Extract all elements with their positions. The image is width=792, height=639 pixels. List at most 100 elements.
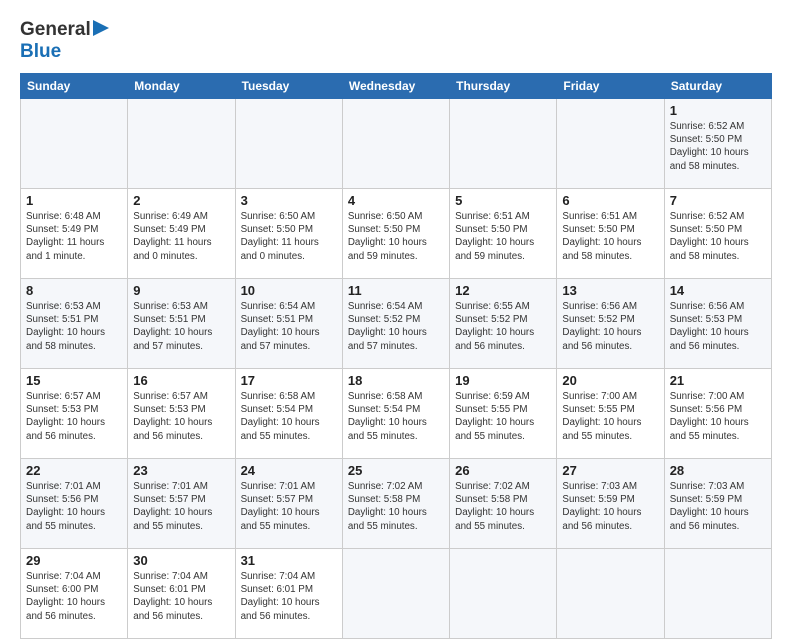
calendar-cell: 24Sunrise: 7:01 AMSunset: 5:57 PMDayligh… bbox=[235, 459, 342, 549]
calendar-cell bbox=[21, 99, 128, 189]
calendar-cell: 15Sunrise: 6:57 AMSunset: 5:53 PMDayligh… bbox=[21, 369, 128, 459]
day-info: Sunrise: 6:58 AMSunset: 5:54 PMDaylight:… bbox=[241, 390, 337, 443]
daylight-label: Daylight: 10 hours and 55 minutes. bbox=[241, 417, 320, 441]
day-info: Sunrise: 7:00 AMSunset: 5:55 PMDaylight:… bbox=[562, 390, 658, 443]
daylight-label: Daylight: 10 hours and 55 minutes. bbox=[348, 417, 427, 441]
day-info: Sunrise: 7:01 AMSunset: 5:57 PMDaylight:… bbox=[133, 480, 229, 533]
daylight-label: Daylight: 10 hours and 58 minutes. bbox=[670, 147, 749, 171]
day-number: 22 bbox=[26, 463, 122, 478]
daylight-label: Daylight: 10 hours and 57 minutes. bbox=[348, 327, 427, 351]
sunset-label: Sunset: 6:01 PM bbox=[241, 584, 313, 595]
day-number: 29 bbox=[26, 553, 122, 568]
sunset-label: Sunset: 5:57 PM bbox=[133, 494, 205, 505]
calendar-cell: 31Sunrise: 7:04 AMSunset: 6:01 PMDayligh… bbox=[235, 549, 342, 639]
calendar-cell bbox=[450, 99, 557, 189]
day-number: 1 bbox=[26, 193, 122, 208]
day-info: Sunrise: 6:51 AM Sunset: 5:50 PM Daylight:… bbox=[455, 210, 551, 263]
day-number: 17 bbox=[241, 373, 337, 388]
sunset-label: Sunset: 5:54 PM bbox=[241, 404, 313, 415]
sunrise-label: Sunrise: 6:59 AM bbox=[455, 391, 530, 402]
daylight-label: Daylight: 10 hours and 56 minutes. bbox=[562, 507, 641, 531]
day-info: Sunrise: 6:56 AMSunset: 5:52 PMDaylight:… bbox=[562, 300, 658, 353]
calendar-cell: 8Sunrise: 6:53 AMSunset: 5:51 PMDaylight… bbox=[21, 279, 128, 369]
day-number: 15 bbox=[26, 373, 122, 388]
daylight-label: Daylight: 10 hours and 59 minutes. bbox=[455, 237, 534, 261]
day-number: 26 bbox=[455, 463, 551, 478]
daylight-label: Daylight: 11 hours and 0 minutes. bbox=[241, 237, 319, 261]
calendar-cell: 12Sunrise: 6:55 AMSunset: 5:52 PMDayligh… bbox=[450, 279, 557, 369]
day-number: 10 bbox=[241, 283, 337, 298]
sunrise-label: Sunrise: 6:52 AM bbox=[670, 211, 745, 222]
sunset-label: Sunset: 6:00 PM bbox=[26, 584, 98, 595]
sunset-label: Sunset: 5:50 PM bbox=[455, 224, 527, 235]
sunset-label: Sunset: 5:56 PM bbox=[670, 404, 742, 415]
day-number: 12 bbox=[455, 283, 551, 298]
sunrise-label: Sunrise: 7:02 AM bbox=[455, 481, 530, 492]
sunset-label: Sunset: 5:50 PM bbox=[562, 224, 634, 235]
day-number: 23 bbox=[133, 463, 229, 478]
sunset-label: Sunset: 5:55 PM bbox=[455, 404, 527, 415]
day-info: Sunrise: 6:53 AMSunset: 5:51 PMDaylight:… bbox=[26, 300, 122, 353]
calendar-cell: 2Sunrise: 6:49 AMSunset: 5:49 PMDaylight… bbox=[128, 189, 235, 279]
sunset-label: Sunset: 5:53 PM bbox=[670, 314, 742, 325]
sunset-label: Sunset: 5:51 PM bbox=[133, 314, 205, 325]
sunrise-label: Sunrise: 6:56 AM bbox=[670, 301, 745, 312]
sunset-label: Sunset: 5:49 PM bbox=[133, 224, 205, 235]
day-number: 2 bbox=[133, 193, 229, 208]
sunrise-label: Sunrise: 7:04 AM bbox=[241, 571, 316, 582]
col-header-tuesday: Tuesday bbox=[235, 74, 342, 99]
sunrise-label: Sunrise: 7:01 AM bbox=[241, 481, 316, 492]
sunset-label: Sunset: 5:55 PM bbox=[562, 404, 634, 415]
day-info: Sunrise: 6:48 AMSunset: 5:49 PMDaylight:… bbox=[26, 210, 122, 263]
daylight-label: Daylight: 10 hours and 56 minutes. bbox=[133, 417, 212, 441]
sunset-label: Sunset: 5:53 PM bbox=[133, 404, 205, 415]
daylight-label: Daylight: 10 hours and 58 minutes. bbox=[670, 237, 749, 261]
logo-general: General bbox=[20, 19, 91, 41]
sunset-label: Sunset: 5:52 PM bbox=[348, 314, 420, 325]
calendar-cell: 1Sunrise: 6:52 AMSunset: 5:50 PMDaylight… bbox=[664, 99, 771, 189]
daylight-label: Daylight: 10 hours and 57 minutes. bbox=[241, 327, 320, 351]
sunset-label: Sunset: 5:57 PM bbox=[241, 494, 313, 505]
col-header-monday: Monday bbox=[128, 74, 235, 99]
calendar-cell: 16Sunrise: 6:57 AMSunset: 5:53 PMDayligh… bbox=[128, 369, 235, 459]
daylight-label: Daylight: 11 hours and 0 minutes. bbox=[133, 237, 211, 261]
calendar-cell: 23Sunrise: 7:01 AMSunset: 5:57 PMDayligh… bbox=[128, 459, 235, 549]
sunrise-label: Sunrise: 6:48 AM bbox=[26, 211, 101, 222]
day-info: Sunrise: 7:03 AMSunset: 5:59 PMDaylight:… bbox=[670, 480, 766, 533]
day-info: Sunrise: 6:50 AMSunset: 5:50 PMDaylight:… bbox=[241, 210, 337, 263]
daylight-label: Daylight: 10 hours and 59 minutes. bbox=[348, 237, 427, 261]
calendar-cell: 29 Sunrise: 7:04 AMSunset: 6:00 PMDayligh… bbox=[21, 549, 128, 639]
calendar-table: SundayMondayTuesdayWednesdayThursdayFrid… bbox=[20, 73, 772, 639]
day-number: 28 bbox=[670, 463, 766, 478]
day-info: Sunrise: 6:54 AMSunset: 5:51 PMDaylight:… bbox=[241, 300, 337, 353]
sunset-label: Sunset: 5:58 PM bbox=[348, 494, 420, 505]
daylight-label: Daylight: 10 hours and 56 minutes. bbox=[670, 507, 749, 531]
sunset-label: Sunset: 5:50 PM bbox=[670, 134, 742, 145]
day-number: 7 bbox=[670, 193, 766, 208]
col-header-friday: Friday bbox=[557, 74, 664, 99]
sunset-label: Sunset: 5:50 PM bbox=[348, 224, 420, 235]
calendar-cell bbox=[557, 549, 664, 639]
sunrise-label: Sunrise: 6:56 AM bbox=[562, 301, 637, 312]
calendar-header-row: SundayMondayTuesdayWednesdayThursdayFrid… bbox=[21, 74, 772, 99]
sunrise-label: Sunrise: 6:58 AM bbox=[348, 391, 423, 402]
calendar-week-3: 8Sunrise: 6:53 AMSunset: 5:51 PMDaylight… bbox=[21, 279, 772, 369]
day-info: Sunrise: 7:03 AMSunset: 5:59 PMDaylight:… bbox=[562, 480, 658, 533]
calendar-week-5: 22Sunrise: 7:01 AMSunset: 5:56 PMDayligh… bbox=[21, 459, 772, 549]
day-info: Sunrise: 7:00 AMSunset: 5:56 PMDaylight:… bbox=[670, 390, 766, 443]
calendar-cell: 17 Sunrise: 6:58 AMSunset: 5:54 PMDayligh… bbox=[235, 369, 342, 459]
daylight-label: Daylight: 10 hours and 56 minutes. bbox=[241, 597, 320, 621]
calendar-cell: 3Sunrise: 6:50 AMSunset: 5:50 PMDaylight… bbox=[235, 189, 342, 279]
sunset-label: Sunset: 5:59 PM bbox=[670, 494, 742, 505]
sunrise-label: Sunrise: 7:01 AM bbox=[133, 481, 208, 492]
daylight-label: Daylight: 10 hours and 57 minutes. bbox=[133, 327, 212, 351]
header: General Blue bbox=[20, 18, 772, 63]
logo-arrow-icon bbox=[93, 20, 109, 41]
day-number: 14 bbox=[670, 283, 766, 298]
day-info: Sunrise: 6:53 AMSunset: 5:51 PMDaylight:… bbox=[133, 300, 229, 353]
calendar-cell bbox=[128, 99, 235, 189]
day-info: Sunrise: 7:04 AMSunset: 6:00 PMDaylight:… bbox=[26, 570, 122, 623]
sunrise-label: Sunrise: 6:51 AM bbox=[455, 211, 530, 222]
col-header-saturday: Saturday bbox=[664, 74, 771, 99]
sunset-label: Sunset: 5:52 PM bbox=[562, 314, 634, 325]
